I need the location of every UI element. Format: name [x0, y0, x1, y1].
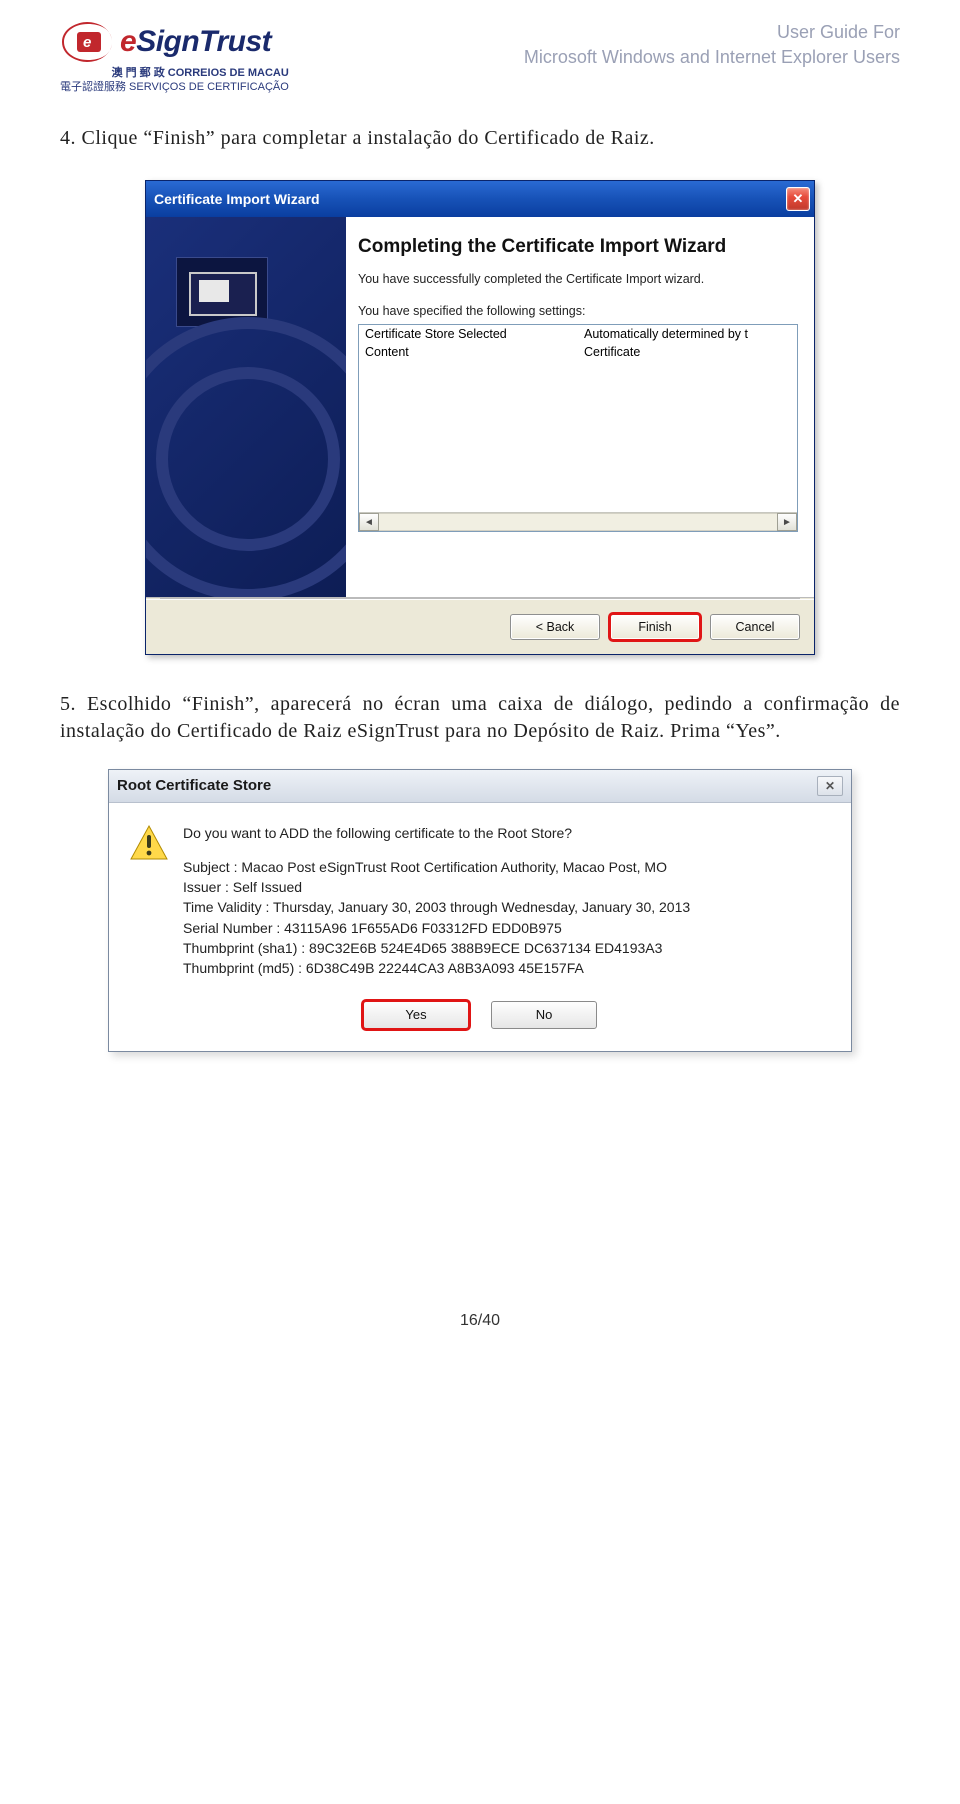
back-button[interactable]: < Back [510, 614, 600, 640]
wizard-paragraph-2: You have specified the following setting… [358, 304, 798, 318]
page-number: 16/40 [60, 1312, 900, 1330]
scroll-right-icon[interactable]: ► [777, 513, 797, 531]
brand-subtitle: 澳 門 郵 政 CORREIOS DE MACAU 電子認證服務 SERVIÇO… [60, 66, 289, 95]
wizard-settings-list: Certificate Store Selected Automatically… [358, 324, 798, 532]
document-title: User Guide For Microsoft Windows and Int… [524, 20, 900, 70]
table-row: Certificate Store Selected Automatically… [359, 325, 797, 343]
scroll-left-icon[interactable]: ◄ [359, 513, 379, 531]
instruction-step-5: 5. Escolhido “Finish”, aparecerá no écra… [60, 691, 900, 745]
warning-icon [129, 823, 169, 863]
table-row: Content Certificate [359, 343, 797, 361]
wizard-paragraph-1: You have successfully completed the Cert… [358, 272, 798, 286]
rootdlg-message: Do you want to ADD the following certifi… [183, 823, 829, 979]
close-icon[interactable]: ✕ [786, 187, 810, 211]
wizard-heading: Completing the Certificate Import Wizard [358, 235, 798, 259]
close-icon[interactable]: ✕ [817, 776, 843, 796]
horizontal-scrollbar[interactable]: ◄ ► [359, 512, 797, 531]
svg-text:e: e [83, 34, 91, 51]
rootdlg-titlebar: Root Certificate Store ✕ [109, 770, 851, 803]
page-header: e eSignTrust 澳 門 郵 政 CORREIOS DE MACAU 電… [60, 20, 900, 95]
rootdlg-button-row: Yes No [109, 995, 851, 1051]
rootdlg-title: Root Certificate Store [117, 777, 271, 794]
yes-button[interactable]: Yes [363, 1001, 469, 1029]
finish-button[interactable]: Finish [610, 614, 700, 640]
root-certificate-store-dialog: Root Certificate Store ✕ Do you want to … [108, 769, 852, 1052]
no-button[interactable]: No [491, 1001, 597, 1029]
brand-wordmark: eSignTrust [120, 25, 271, 59]
instruction-step-4: 4. Clique “Finish” para completar a inst… [60, 125, 900, 152]
brand-logo-block: e eSignTrust 澳 門 郵 政 CORREIOS DE MACAU 電… [60, 20, 289, 95]
wizard-title: Certificate Import Wizard [154, 191, 320, 207]
wizard-titlebar: Certificate Import Wizard ✕ [146, 181, 814, 217]
cancel-button[interactable]: Cancel [710, 614, 800, 640]
wizard-sidebar-graphic [146, 217, 346, 597]
brand-mark-icon: e [60, 20, 114, 64]
wizard-button-row: < Back Finish Cancel [146, 599, 814, 654]
certificate-import-wizard-window: Certificate Import Wizard ✕ Completing t… [145, 180, 815, 655]
